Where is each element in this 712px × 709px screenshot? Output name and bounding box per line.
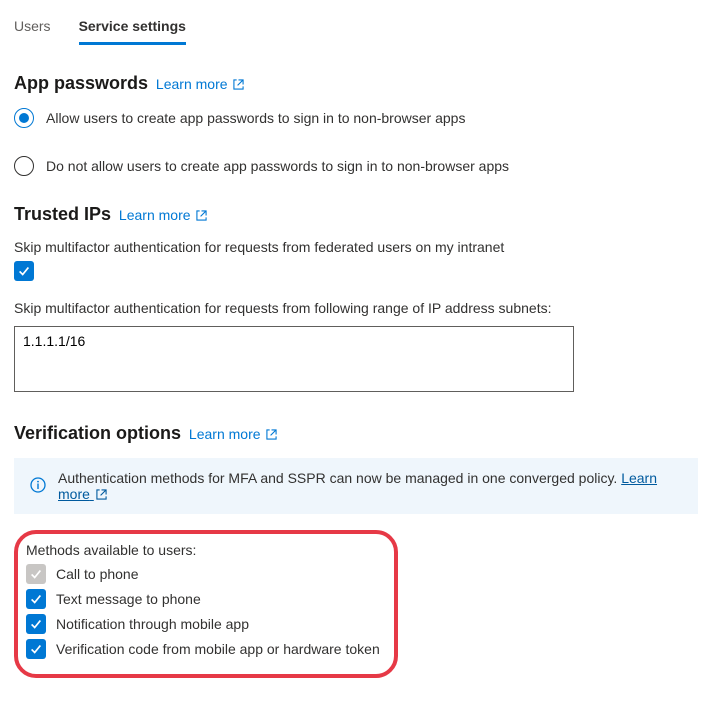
method-notification-label: Notification through mobile app [56,616,249,632]
radio-disallow-app-passwords[interactable] [14,156,34,176]
app-passwords-header: App passwords Learn more [14,73,698,94]
external-link-icon [196,210,207,221]
tab-service-settings[interactable]: Service settings [79,8,186,45]
ip-subnets-textarea[interactable] [14,326,574,392]
tabs-bar: Users Service settings [14,8,698,45]
tab-users[interactable]: Users [14,8,51,45]
method-text-row: Text message to phone [26,589,380,609]
verification-learn-link[interactable]: Learn more [189,426,277,442]
method-code-row: Verification code from mobile app or har… [26,639,380,659]
skip-federated-label: Skip multifactor authentication for requ… [14,239,698,255]
info-icon [30,477,46,496]
learn-more-label: Learn more [189,426,261,442]
trusted-ips-learn-link[interactable]: Learn more [119,207,207,223]
radio-disallow-label[interactable]: Do not allow users to create app passwor… [46,158,509,174]
methods-highlight-box: Methods available to users: Call to phon… [14,530,398,678]
skip-federated-checkbox-row [14,261,698,281]
method-notification-row: Notification through mobile app [26,614,380,634]
skip-federated-checkbox[interactable] [14,261,34,281]
method-call-row: Call to phone [26,564,380,584]
learn-more-label: Learn more [156,76,228,92]
method-text-label: Text message to phone [56,591,201,607]
app-passwords-title: App passwords [14,73,148,93]
methods-available-label: Methods available to users: [26,542,380,558]
trusted-ips-title: Trusted IPs [14,204,111,224]
external-link-icon [233,79,244,90]
trusted-ips-header: Trusted IPs Learn more [14,204,698,225]
external-link-icon [266,429,277,440]
method-code-checkbox[interactable] [26,639,46,659]
method-call-label: Call to phone [56,566,139,582]
app-passwords-learn-link[interactable]: Learn more [156,76,244,92]
radio-allow-app-passwords[interactable] [14,108,34,128]
method-notification-checkbox[interactable] [26,614,46,634]
verification-title: Verification options [14,423,181,443]
external-link-icon [96,489,107,500]
info-banner-text: Authentication methods for MFA and SSPR … [58,470,682,502]
info-banner: Authentication methods for MFA and SSPR … [14,458,698,514]
method-call-checkbox [26,564,46,584]
skip-range-label: Skip multifactor authentication for requ… [14,300,698,316]
banner-text-content: Authentication methods for MFA and SSPR … [58,470,617,486]
verification-header: Verification options Learn more [14,423,698,444]
radio-allow-label[interactable]: Allow users to create app passwords to s… [46,110,465,126]
method-text-checkbox[interactable] [26,589,46,609]
method-code-label: Verification code from mobile app or har… [56,641,380,657]
radio-allow-app-passwords-row: Allow users to create app passwords to s… [14,108,698,128]
radio-disallow-app-passwords-row: Do not allow users to create app passwor… [14,156,698,176]
learn-more-label: Learn more [119,207,191,223]
